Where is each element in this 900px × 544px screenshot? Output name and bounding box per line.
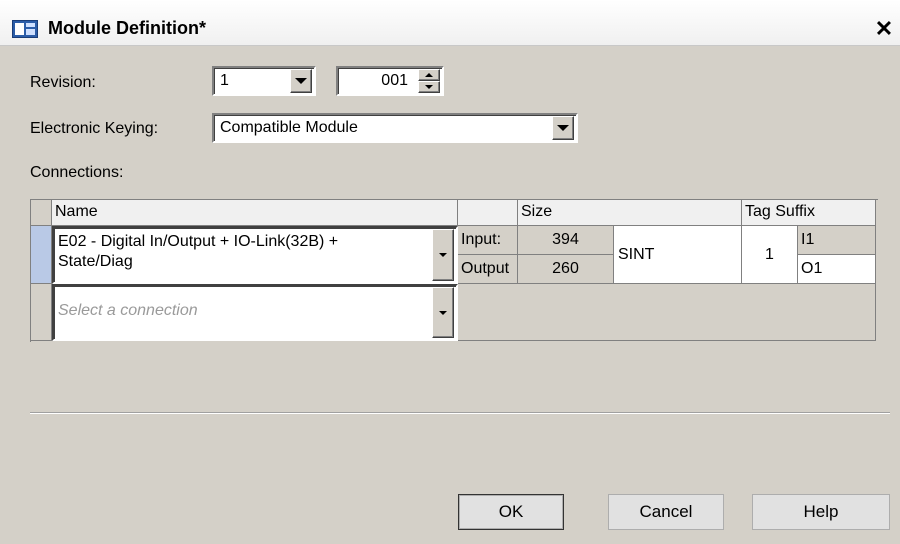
close-icon[interactable]: ✕	[872, 17, 896, 41]
electronic-keying-select[interactable]: Compatible Module	[212, 113, 578, 143]
revision-minor-value: 001	[381, 72, 408, 89]
module-app-icon	[12, 20, 38, 38]
new-connection-dropdown-button[interactable]	[432, 287, 454, 338]
connection-name-dropdown-button[interactable]	[432, 229, 454, 281]
name-column-header[interactable]: Name	[52, 200, 458, 226]
revision-major-value: 1	[220, 72, 229, 89]
revision-major-dropdown-button[interactable]	[290, 69, 312, 93]
input-size-value: 394	[518, 226, 614, 255]
revision-minor-up-button[interactable]	[418, 69, 440, 81]
tag-suffix-column-header[interactable]: Tag Suffix	[742, 200, 876, 226]
chevron-down-icon	[295, 78, 307, 84]
new-connection-select[interactable]: Select a connection	[52, 284, 458, 341]
window-title: Module Definition*	[48, 18, 206, 38]
tag-suffix-slot: 1	[742, 226, 798, 284]
input-label: Input:	[458, 226, 518, 255]
connections-label: Connections:	[30, 164, 124, 181]
separator	[30, 412, 890, 414]
revision-minor-spinner[interactable]: 001	[336, 66, 444, 96]
electronic-keying-dropdown-button[interactable]	[552, 116, 574, 140]
grid-corner	[31, 200, 52, 226]
revision-label: Revision:	[30, 74, 96, 91]
new-connection-empty-area	[458, 284, 876, 341]
chevron-down-icon	[439, 310, 447, 315]
data-type-select[interactable]: SINT	[614, 226, 742, 284]
electronic-keying-label: Electronic Keying:	[30, 120, 159, 137]
cancel-button[interactable]: Cancel	[608, 494, 724, 530]
output-tag-suffix: O1	[798, 255, 876, 284]
electronic-keying-value: Compatible Module	[220, 119, 358, 136]
connection-name-select[interactable]: E02 - Digital In/Output + IO-Link(32B) +…	[52, 226, 458, 284]
spin-down-icon	[425, 85, 433, 89]
input-tag-suffix: I1	[798, 226, 876, 255]
connection-name-line-2: State/Diag	[58, 253, 133, 270]
size-column-header[interactable]: Size	[518, 200, 742, 226]
revision-minor-down-button[interactable]	[418, 81, 440, 93]
ok-button[interactable]: OK	[458, 494, 564, 530]
row-selector-1[interactable]	[31, 226, 52, 284]
new-connection-placeholder: Select a connection	[58, 302, 198, 319]
chevron-down-icon	[557, 125, 569, 131]
output-label: Output	[458, 255, 518, 284]
chevron-down-icon	[439, 253, 447, 257]
connection-name-line-1: E02 - Digital In/Output + IO-Link(32B) +	[58, 233, 339, 250]
output-size-value: 260	[518, 255, 614, 284]
spin-up-icon	[425, 73, 433, 77]
revision-major-select[interactable]: 1	[212, 66, 316, 96]
row-selector-2[interactable]	[31, 284, 52, 341]
help-button[interactable]: Help	[752, 494, 890, 530]
connection-type-column-header	[458, 200, 518, 226]
